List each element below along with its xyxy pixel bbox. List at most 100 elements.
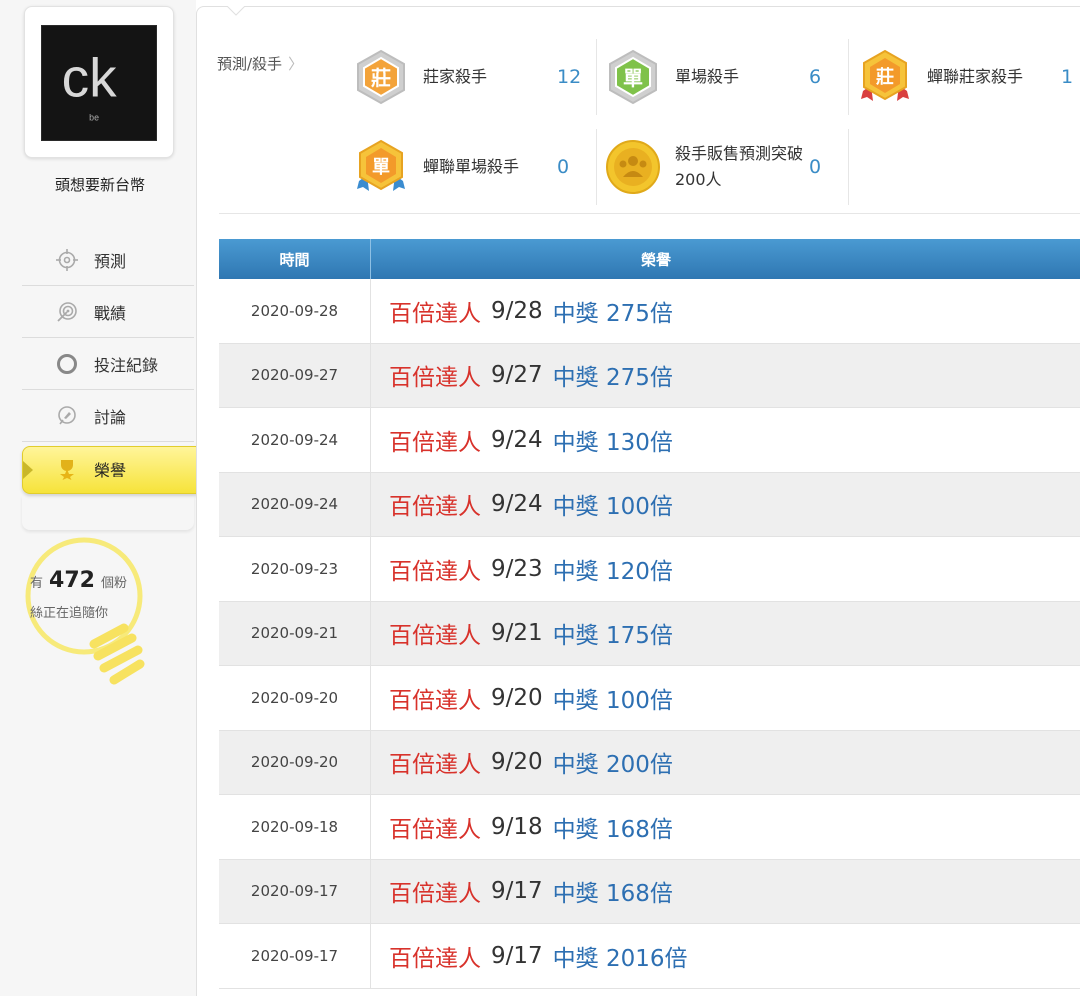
honor-day: 9/24 [491, 491, 543, 518]
row-honor[interactable]: 百倍達人 9/23 中獎 120倍 [371, 537, 1080, 601]
badge-consecutive-single-killer[interactable]: 單 蟬聯單場殺手 0 [347, 129, 597, 205]
table-row: 2020-09-27 百倍達人 9/27 中獎 275倍 [219, 343, 1080, 408]
honor-title: 百倍達人 [389, 752, 481, 779]
honor-title: 百倍達人 [389, 623, 481, 650]
sidebar-item-label: 預測 [94, 251, 127, 271]
row-honor[interactable]: 百倍達人 9/18 中獎 168倍 [371, 795, 1080, 859]
consecutive-banker-killer-badge-icon: 莊 [857, 49, 913, 105]
badge-banker-killer[interactable]: 莊 莊家殺手 12 [347, 39, 597, 115]
chevron-right-icon: 〉 [288, 55, 304, 73]
table-body: 2020-09-28 百倍達人 9/28 中獎 275倍 2020-09-27 百倍達人 9… [219, 279, 1080, 989]
honor-title: 百倍達人 [389, 429, 481, 456]
fans-count: 472 [49, 568, 95, 593]
row-date: 2020-09-24 [219, 408, 371, 472]
badge-count: 6 [809, 66, 822, 88]
table-row: 2020-09-18 百倍達人 9/18 中獎 168倍 [219, 795, 1080, 860]
row-date: 2020-09-24 [219, 472, 371, 536]
people-medal-icon [605, 139, 661, 195]
svg-text:單: 單 [623, 66, 643, 90]
svg-text:莊: 莊 [876, 66, 894, 88]
badge-consecutive-banker-killer[interactable]: 莊 蟬聯莊家殺手 1 [851, 39, 1080, 115]
sidebar-item-label: 投注紀錄 [94, 355, 159, 375]
svg-text:莊: 莊 [371, 66, 391, 90]
honor-title: 百倍達人 [389, 494, 481, 521]
row-honor[interactable]: 百倍達人 9/17 中獎 2016倍 [371, 924, 1080, 988]
row-honor[interactable]: 百倍達人 9/20 中獎 200倍 [371, 731, 1080, 795]
fans-prefix: 有 [30, 576, 44, 591]
breadcrumb-label: 預測/殺手 [217, 55, 283, 73]
row-honor[interactable]: 百倍達人 9/24 中獎 100倍 [371, 473, 1080, 537]
sidebar-item-honor[interactable]: 榮譽 [22, 442, 217, 496]
circle-icon [54, 351, 80, 377]
svg-text:ck: ck [62, 47, 118, 109]
honor-title: 百倍達人 [389, 687, 481, 714]
badge-name: 蟬聯單場殺手 [423, 157, 520, 176]
crosshair-icon [54, 247, 80, 273]
honor-title: 百倍達人 [389, 365, 481, 392]
honor-title: 百倍達人 [389, 558, 481, 585]
row-honor[interactable]: 百倍達人 9/27 中獎 275倍 [371, 344, 1080, 408]
table-row: 2020-09-24 百倍達人 9/24 中獎 100倍 [219, 472, 1080, 537]
honor-day: 9/20 [491, 749, 543, 776]
fans-count-line: 有 472 個粉 [30, 568, 127, 593]
sidebar-item-label: 戰績 [94, 303, 127, 323]
table-row: 2020-09-23 百倍達人 9/23 中獎 120倍 [219, 537, 1080, 602]
sidebar-item-record[interactable]: 戰績 [22, 286, 194, 338]
fans-suffix: 個粉 [100, 576, 127, 591]
honor-day: 9/21 [491, 620, 543, 647]
row-honor[interactable]: 百倍達人 9/21 中獎 175倍 [371, 602, 1080, 666]
honor-day: 9/20 [491, 684, 543, 711]
honor-title: 百倍達人 [389, 816, 481, 843]
row-honor[interactable]: 百倍達人 9/24 中獎 130倍 [371, 408, 1080, 472]
table-row: 2020-09-20 百倍達人 9/20 中獎 100倍 [219, 666, 1080, 731]
avatar[interactable]: ck be [41, 25, 157, 141]
row-honor[interactable]: 百倍達人 9/20 中獎 100倍 [371, 666, 1080, 730]
row-date: 2020-09-28 [219, 279, 371, 343]
badge-name: 莊家殺手 [423, 67, 488, 86]
row-date: 2020-09-21 [219, 601, 371, 665]
honor-title: 百倍達人 [389, 881, 481, 908]
table-row: 2020-09-21 百倍達人 9/21 中獎 175倍 [219, 601, 1080, 666]
honor-result: 中獎 2016倍 [552, 945, 688, 972]
breadcrumb[interactable]: 預測/殺手〉 [217, 53, 303, 74]
column-header-honor[interactable]: 榮譽 [371, 239, 1080, 279]
fans-bulb: 有 472 個粉 絲正在追隨你 [22, 536, 150, 696]
sidebar-item-label: 討論 [94, 407, 127, 427]
honor-day: 9/23 [491, 555, 543, 582]
badge-name: 蟬聯莊家殺手 [927, 67, 1024, 86]
row-date: 2020-09-23 [219, 537, 371, 601]
row-honor[interactable]: 百倍達人 9/17 中獎 168倍 [371, 860, 1080, 924]
sidebar-item-label: 榮譽 [94, 461, 127, 480]
row-date: 2020-09-27 [219, 343, 371, 407]
sidebar-item-bet-history[interactable]: 投注紀錄 [22, 338, 194, 390]
avatar-frame: ck be [24, 6, 174, 158]
row-date: 2020-09-17 [219, 859, 371, 923]
sidebar-item-discussion[interactable]: 討論 [22, 390, 194, 442]
badge-single-killer[interactable]: 單 單場殺手 6 [599, 39, 849, 115]
trophy-icon [54, 456, 80, 482]
badge-sales-200[interactable]: 殺手販售預測突破200人 0 [599, 129, 849, 205]
panel-notch [227, 6, 245, 16]
nav-bottom [22, 496, 194, 530]
table-row: 2020-09-28 百倍達人 9/28 中獎 275倍 [219, 279, 1080, 344]
table-header: 時間 榮譽 [219, 239, 1080, 279]
badge-count: 0 [809, 156, 822, 178]
avatar-logo: ck be [42, 26, 156, 140]
column-header-time[interactable]: 時間 [219, 239, 371, 279]
sidebar-nav: 預測 戰績 投注紀錄 討論 榮譽 [22, 234, 217, 530]
table-row: 2020-09-17 百倍達人 9/17 中獎 2016倍 [219, 924, 1080, 989]
honor-result: 中獎 168倍 [552, 816, 673, 843]
table-row: 2020-09-17 百倍達人 9/17 中獎 168倍 [219, 859, 1080, 924]
chat-icon [54, 403, 80, 429]
honor-day: 9/17 [491, 878, 543, 905]
sidebar-item-prediction[interactable]: 預測 [22, 234, 194, 286]
honor-result: 中獎 130倍 [552, 429, 673, 456]
username: 頭想要新台幣 [54, 176, 145, 194]
honor-result: 中獎 175倍 [552, 623, 673, 650]
badge-count: 0 [557, 156, 570, 178]
svg-text:be: be [89, 112, 99, 122]
honor-day: 9/24 [491, 426, 543, 453]
row-honor[interactable]: 百倍達人 9/28 中獎 275倍 [371, 279, 1080, 343]
honor-day: 9/27 [491, 362, 543, 389]
honor-result: 中獎 120倍 [552, 558, 673, 585]
